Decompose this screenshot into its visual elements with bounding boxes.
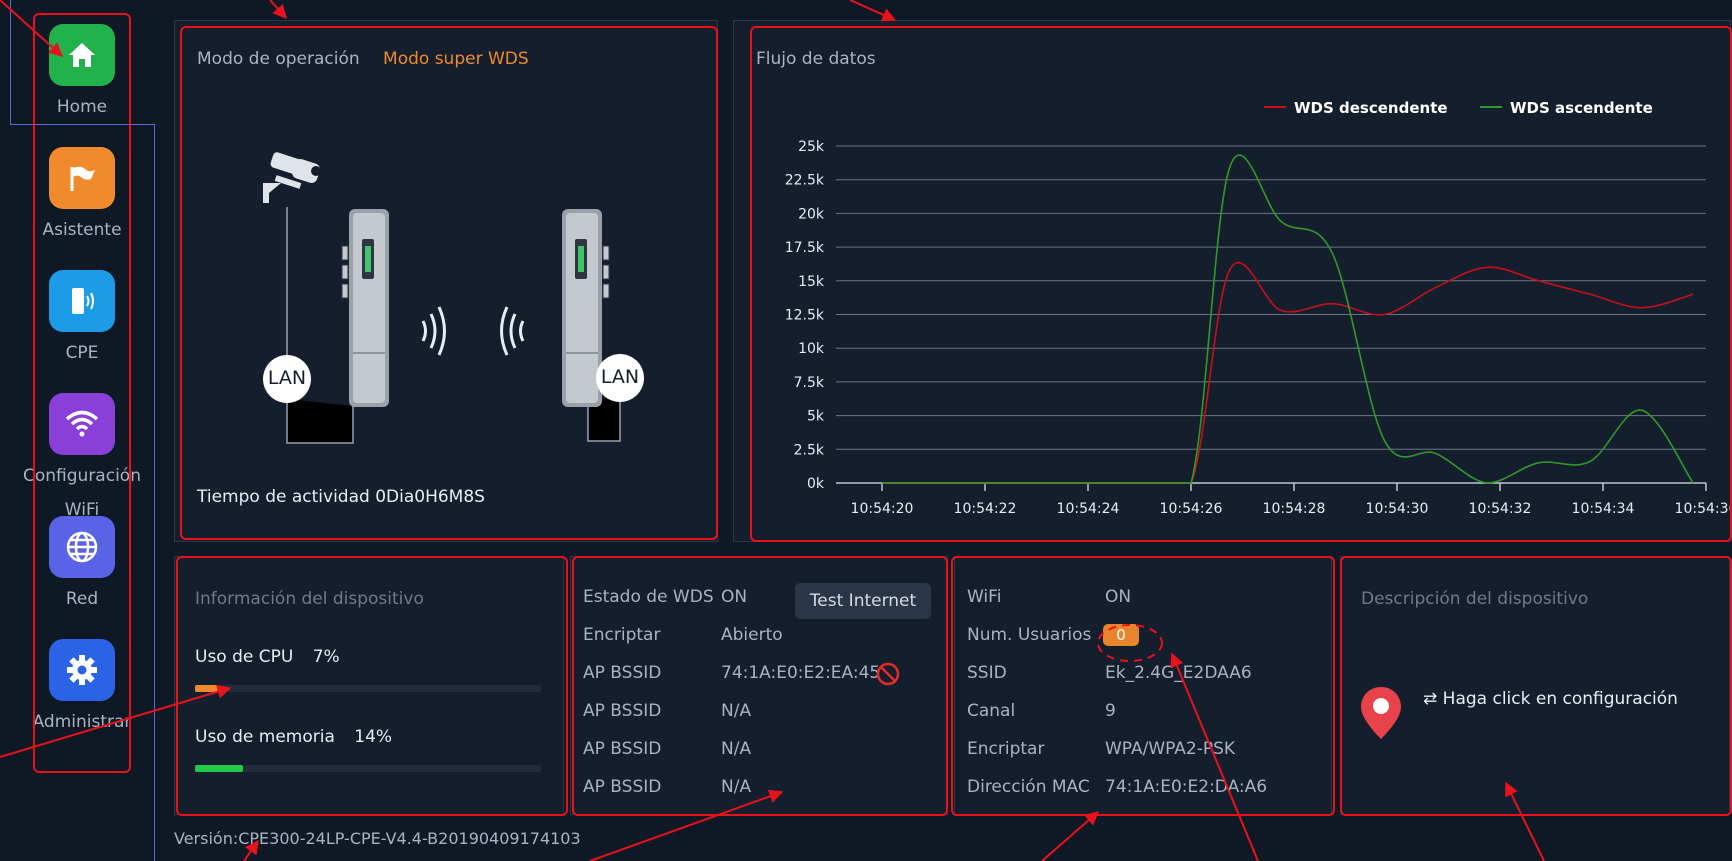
configure-link[interactable]: ⇄ Haga click en configuración [1423, 689, 1678, 709]
uptime-label: Tiempo de actividad [197, 487, 370, 507]
flag-icon [49, 147, 115, 209]
x-tick-label: 10:54:34 [1572, 501, 1635, 517]
x-tick-label: 10:54:32 [1469, 501, 1532, 517]
y-tick-label: 15k [798, 274, 825, 290]
camera-icon [263, 152, 321, 203]
wifi-icon [49, 393, 115, 455]
wifi-value: 74:1A:E0:E2:DA:A6 [1105, 777, 1268, 797]
cpu-bar [195, 685, 541, 692]
wds-label: AP BSSID [583, 701, 662, 721]
wds-label: AP BSSID [583, 739, 662, 759]
y-tick-label: 17.5k [785, 240, 825, 256]
lan-label-left: LAN [267, 367, 307, 389]
sidebar-item-label: Home [56, 97, 108, 117]
y-tick-label: 10k [798, 341, 825, 357]
memory-bar [195, 765, 541, 772]
memory-value: 14% [354, 727, 393, 747]
x-tick-label: 10:54:24 [1057, 501, 1120, 517]
sidebar-item-asistente[interactable]: Asistente [10, 147, 154, 247]
location-pin-icon [1361, 687, 1401, 739]
wds-value: N/A [721, 739, 752, 759]
device-info-title: Información del dispositivo [195, 589, 424, 609]
wifi-label: WiFi [967, 587, 1002, 607]
wifi-label: Encriptar [967, 739, 1045, 759]
traffic-chart: 0k 2.5k 5k 7.5k 10k 12.5k 15k 17.5k 20k 22.5k 25k 1… [785, 99, 1730, 517]
wifi-value: Ek_2.4G_E2DAA6 [1105, 663, 1252, 683]
description-title: Descripción del dispositivo [1361, 589, 1589, 609]
signal-waves-icon [421, 306, 525, 356]
sidebar-item-red[interactable]: Red [10, 516, 154, 616]
wds-label: Estado de WDS [583, 587, 714, 607]
legend-label: WDS descendente [1294, 99, 1448, 117]
x-tick-label: 10:54:20 [851, 501, 914, 517]
sidebar-item-configuracion-wifi[interactable]: Configuración WiFi [10, 393, 154, 527]
topology-diagram [263, 152, 644, 444]
wifi-label: Num. Usuarios [967, 625, 1092, 645]
wds-label: AP BSSID [583, 777, 662, 797]
x-tick-label: 10:54:28 [1263, 501, 1326, 517]
user-count-badge: 0 [1103, 624, 1139, 646]
sidebar-item-home[interactable]: Home [10, 24, 154, 124]
memory-bar-fill [195, 765, 244, 772]
y-tick-label: 5k [807, 409, 825, 425]
y-tick-label: 0k [807, 476, 825, 492]
home-icon [49, 24, 115, 86]
memory-label: Uso de memoria [195, 727, 335, 747]
firmware-version: Versión:CPE300-24LP-CPE-V4.4-B2019040917… [174, 829, 581, 848]
sidebar-item-cpe[interactable]: CPE [10, 270, 154, 370]
cpu-label: Uso de CPU [195, 647, 294, 667]
y-tick-label: 25k [798, 139, 825, 155]
wifi-panel: WiFi ON Num. Usuarios 0 SSID Ek_2.4G_E2DAA6 Ca… [954, 556, 1332, 815]
wds-label: AP BSSID [583, 663, 662, 683]
configure-link-text: Haga click en configuración [1442, 689, 1678, 709]
y-tick-label: 7.5k [794, 375, 825, 391]
gear-icon [49, 639, 115, 701]
wds-value: ON [721, 587, 748, 607]
wds-value: 74:1A:E0:E2:EA:45 [721, 663, 881, 683]
cpe-device-left [341, 209, 389, 407]
y-tick-label: 22.5k [785, 173, 825, 189]
x-tick-label: 10:54:26 [1160, 501, 1223, 517]
wds-value: N/A [721, 701, 752, 721]
lan-label-right: LAN [600, 366, 640, 388]
sidebar-item-label: CPE [65, 343, 99, 363]
cpe-icon [49, 270, 115, 332]
wifi-value: ON [1105, 587, 1132, 607]
mode-panel: Modo de operación Modo super WDS LAN LAN… [174, 20, 718, 542]
sidebar-item-label: Administrar [32, 712, 132, 732]
uptime-value: 0Dia0H6M8S [375, 487, 485, 507]
block-icon[interactable] [875, 661, 901, 687]
cpu-value: 7% [312, 647, 340, 667]
y-tick-label: 12.5k [785, 308, 825, 324]
sidebar-item-label: Red [65, 589, 99, 609]
wds-value: Abierto [721, 625, 783, 645]
legend-label: WDS ascendente [1510, 99, 1653, 117]
wifi-label: Dirección MAC [967, 777, 1090, 797]
y-tick-label: 2.5k [794, 442, 825, 458]
sidebar-item-label: Asistente [42, 220, 122, 240]
wifi-value: 9 [1105, 701, 1116, 721]
test-internet-button[interactable]: Test Internet [795, 583, 931, 619]
series-line-1 [882, 154, 1694, 484]
swap-arrows-icon: ⇄ [1423, 689, 1438, 709]
wifi-label: SSID [967, 663, 1007, 683]
wifi-value: WPA/WPA2-PSK [1105, 739, 1236, 759]
device-info-panel: Información del dispositivo Uso de CPU 7… [174, 556, 564, 815]
wifi-label: Canal [967, 701, 1016, 721]
wds-value: N/A [721, 777, 752, 797]
cpu-bar-fill [195, 685, 220, 692]
y-tick-label: 20k [798, 206, 825, 222]
flow-panel: Flujo de datos 0k 2.5k 5k 7.5k 10k 12.5k 15k 17… [733, 20, 1731, 542]
wds-panel: Estado de WDS ON Encriptar Abierto AP BSSID 7… [570, 556, 948, 815]
x-tick-label: 10:54:22 [954, 501, 1017, 517]
series-line-0 [882, 261, 1694, 484]
description-panel: Descripción del dispositivo ⇄ Haga click… [1340, 556, 1730, 815]
globe-icon [49, 516, 115, 578]
x-tick-label: 10:54:36 [1675, 501, 1730, 517]
sidebar-item-administrar[interactable]: Administrar [10, 639, 154, 739]
wds-label: Encriptar [583, 625, 661, 645]
x-tick-label: 10:54:30 [1366, 501, 1429, 517]
